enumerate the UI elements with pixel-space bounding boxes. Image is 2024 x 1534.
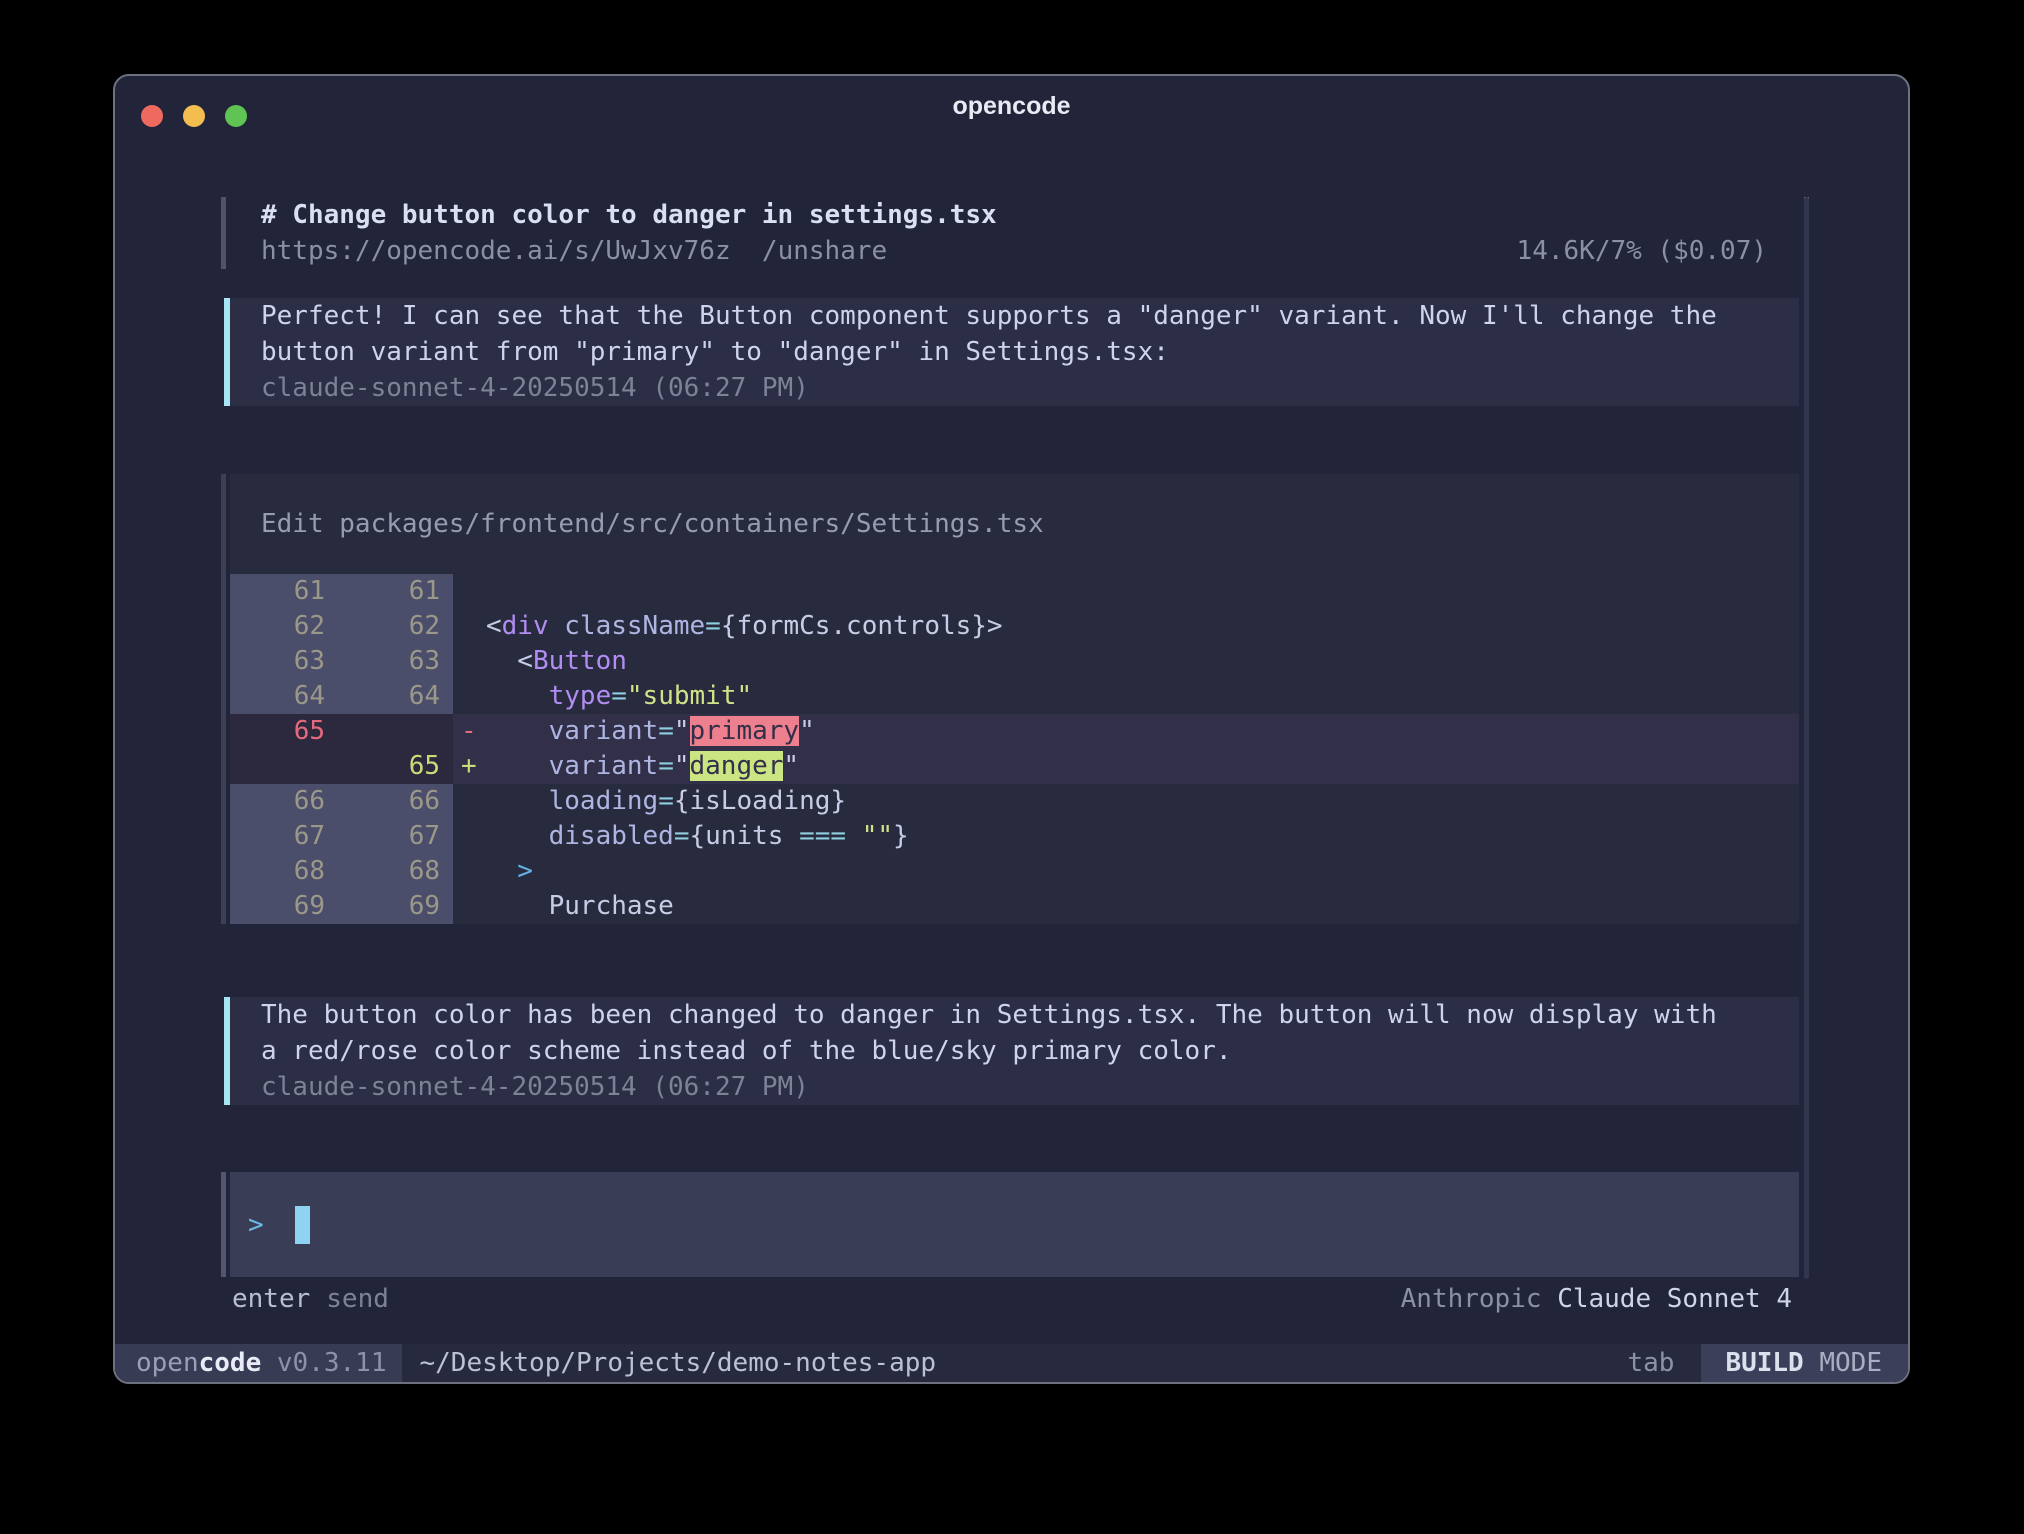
model-label: Claude Sonnet 4: [1557, 1281, 1792, 1317]
assistant-message: Perfect! I can see that the Button compo…: [224, 298, 1799, 406]
diff-marker: [453, 784, 486, 819]
diff-row-del: 65 - variant="primary": [230, 714, 1799, 749]
share-url[interactable]: https://opencode.ai/s/UwJxv76z: [261, 233, 731, 269]
diff-row-ctx: 6767 disabled={units === ""}: [230, 819, 1799, 854]
provider-label: Anthropic: [1401, 1281, 1542, 1317]
new-line-number: 68: [325, 854, 440, 889]
code-line: <Button: [486, 644, 1799, 679]
old-line-number: 63: [230, 644, 325, 679]
unshare-command[interactable]: /unshare: [762, 233, 887, 269]
app-version: v0.3.11: [261, 1348, 386, 1378]
message-meta: claude-sonnet-4-20250514 (06:27 PM): [261, 1069, 1799, 1105]
message-meta: claude-sonnet-4-20250514 (06:27 PM): [261, 370, 1799, 406]
old-line-number: [230, 749, 325, 784]
enter-key-hint: enter: [232, 1281, 310, 1317]
mode-suffix: MODE: [1804, 1348, 1882, 1378]
titlebar: opencode: [115, 76, 1908, 136]
text-cursor[interactable]: [295, 1206, 310, 1244]
working-directory: ~/Desktop/Projects/demo-notes-app: [419, 1348, 936, 1378]
assistant-message: The button color has been changed to dan…: [224, 997, 1799, 1105]
diff-marker: [453, 889, 486, 924]
status-bar: opencode v0.3.11 ~/Desktop/Projects/demo…: [115, 1344, 1908, 1382]
diff-marker: [453, 609, 486, 644]
code-line: type="submit": [486, 679, 1799, 714]
code-line: loading={isLoading}: [486, 784, 1799, 819]
code-line: disabled={units === ""}: [486, 819, 1799, 854]
new-line-number: 63: [325, 644, 440, 679]
diff-marker: [453, 854, 486, 889]
prompt-chevron: >: [248, 1210, 279, 1240]
new-line-number: 61: [325, 574, 440, 609]
diff-row-add: 65 + variant="danger": [230, 749, 1799, 784]
new-line-number: 65: [325, 749, 440, 784]
zoom-window-button[interactable]: [225, 105, 247, 127]
diff-row-ctx: 6868 >: [230, 854, 1799, 889]
diff-marker: +: [453, 749, 486, 784]
context-stats: 14.6K/7% ($0.07): [1517, 233, 1767, 269]
message-text: Perfect! I can see that the Button compo…: [261, 298, 1799, 370]
new-line-number: 66: [325, 784, 440, 819]
old-line-number: 64: [230, 679, 325, 714]
traffic-lights: [141, 105, 247, 127]
session-content: # Change button color to danger in setti…: [115, 197, 1908, 1317]
hint-row: enter send Anthropic Claude Sonnet 4: [224, 1281, 1799, 1317]
diff-table: 61616262 <div className={formCs.controls}…: [230, 574, 1799, 924]
tab-key-hint: tab: [1627, 1348, 1674, 1378]
send-action-hint: send: [326, 1281, 389, 1317]
new-line-number: 62: [325, 609, 440, 644]
session-title: # Change button color to danger in setti…: [261, 197, 1767, 233]
message-text: The button color has been changed to dan…: [261, 997, 1799, 1069]
diff-marker: [453, 574, 486, 609]
edit-tool-card: Edit packages/frontend/src/containers/Se…: [230, 474, 1799, 924]
code-line: Purchase: [486, 889, 1799, 924]
diff-marker: [453, 819, 486, 854]
edit-title: Edit packages/frontend/src/containers/Se…: [230, 474, 1799, 574]
old-line-number: 68: [230, 854, 325, 889]
old-line-number: 69: [230, 889, 325, 924]
code-line: variant="danger": [486, 749, 1799, 784]
diff-row-ctx: 6363 <Button: [230, 644, 1799, 679]
input-left-border: [221, 1172, 226, 1277]
mode-toggle-chip[interactable]: BUILD MODE: [1701, 1344, 1908, 1382]
opencode-window: opencode # Change button color to danger…: [113, 74, 1910, 1384]
new-line-number: 64: [325, 679, 440, 714]
new-line-number: 69: [325, 889, 440, 924]
diff-row-ctx: 6262 <div className={formCs.controls}>: [230, 609, 1799, 644]
diff-row-ctx: 6969 Purchase: [230, 889, 1799, 924]
app-name-prefix: open: [136, 1348, 199, 1378]
code-line: variant="primary": [486, 714, 1799, 749]
message-line: The button color has been changed to dan…: [261, 997, 1799, 1033]
mode-name: BUILD: [1725, 1348, 1803, 1378]
code-line: >: [486, 854, 1799, 889]
edit-left-border: [221, 474, 226, 924]
app-version-chip: opencode v0.3.11: [115, 1344, 402, 1382]
diff-marker: -: [453, 714, 486, 749]
old-line-number: 67: [230, 819, 325, 854]
window-title: opencode: [115, 76, 1908, 136]
new-line-number: 67: [325, 819, 440, 854]
old-line-number: 66: [230, 784, 325, 819]
scrollbar-track[interactable]: [1804, 197, 1809, 1279]
session-header: # Change button color to danger in setti…: [230, 197, 1799, 269]
old-line-number: 65: [230, 714, 325, 749]
close-window-button[interactable]: [141, 105, 163, 127]
old-line-number: 62: [230, 609, 325, 644]
message-line: button variant from "primary" to "danger…: [261, 334, 1799, 370]
code-line: [486, 574, 1799, 609]
code-line: <div className={formCs.controls}>: [486, 609, 1799, 644]
diff-row-ctx: 6464 type="submit": [230, 679, 1799, 714]
diff-marker: [453, 679, 486, 714]
minimize-window-button[interactable]: [183, 105, 205, 127]
diff-row-ctx: 6161: [230, 574, 1799, 609]
old-line-number: 61: [230, 574, 325, 609]
diff-marker: [453, 644, 486, 679]
header-left-border: [221, 197, 226, 269]
app-name-suffix: code: [199, 1348, 262, 1378]
message-line: a red/rose color scheme instead of the b…: [261, 1033, 1799, 1069]
prompt-input[interactable]: >: [230, 1172, 1799, 1277]
message-line: Perfect! I can see that the Button compo…: [261, 298, 1799, 334]
diff-row-ctx: 6666 loading={isLoading}: [230, 784, 1799, 819]
new-line-number: [325, 714, 440, 749]
